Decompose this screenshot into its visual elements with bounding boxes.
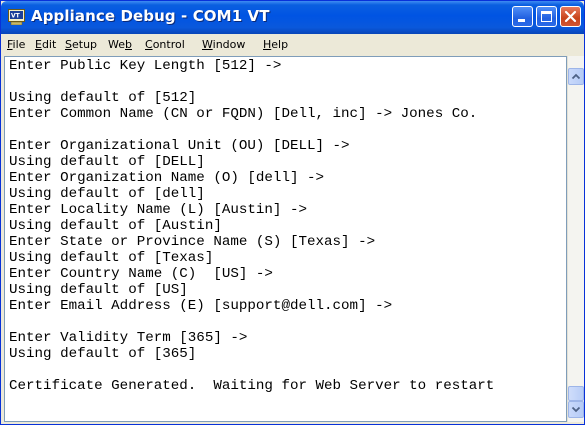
minimize-button[interactable]	[512, 6, 533, 27]
maximize-button[interactable]	[536, 6, 557, 27]
terminal-line: Enter Locality Name (L) [Austin] ->	[9, 202, 307, 218]
svg-text:VT: VT	[11, 13, 21, 20]
terminal-line: Enter Common Name (CN or FQDN) [Dell, in…	[9, 106, 478, 122]
terminal-line: Enter State or Province Name (S) [Texas]…	[9, 234, 376, 250]
terminal-line: Using default of [US]	[9, 282, 188, 298]
vertical-scrollbar[interactable]	[567, 56, 584, 422]
terminal-line: Certificate Generated. Waiting for Web S…	[9, 378, 495, 394]
terminal-window: VT Appliance Debug - COM1 VT File Edit S…	[0, 0, 585, 425]
scroll-up-arrow-icon	[571, 73, 581, 80]
scroll-down-arrow-icon	[571, 406, 581, 413]
scroll-down-button[interactable]	[568, 401, 584, 418]
menu-setup[interactable]: Setup	[65, 38, 97, 51]
minimize-icon	[518, 19, 525, 22]
menu-bar: File Edit Setup Web Control Window Help	[2, 34, 583, 55]
menu-file[interactable]: File	[7, 38, 25, 51]
window-title: Appliance Debug - COM1 VT	[31, 7, 270, 25]
menu-control[interactable]: Control	[145, 38, 185, 51]
menu-help[interactable]: Help	[263, 38, 288, 51]
close-button[interactable]	[560, 6, 581, 27]
terminal-line: Using default of [Austin]	[9, 218, 222, 234]
menu-edit[interactable]: Edit	[35, 38, 56, 51]
maximize-icon	[541, 11, 552, 22]
terminal-line: Enter Organizational Unit (OU) [DELL] ->	[9, 138, 350, 154]
terminal-line: Enter Organization Name (O) [dell] ->	[9, 170, 325, 186]
terminal-line: Using default of [dell]	[9, 186, 205, 202]
close-icon	[564, 10, 577, 23]
terminal-line: Using default of [DELL]	[9, 154, 205, 170]
terminal-line: Enter Public Key Length [512] ->	[9, 58, 282, 74]
terminal-line: Using default of [365]	[9, 346, 197, 362]
terminal-line: Using default of [512]	[9, 90, 197, 106]
terminal-output[interactable]: Enter Public Key Length [512] -> Using d…	[4, 56, 567, 422]
title-bar[interactable]: VT Appliance Debug - COM1 VT	[1, 1, 584, 34]
terminal-app-icon[interactable]: VT	[8, 9, 25, 26]
terminal-line: Enter Validity Term [365] ->	[9, 330, 248, 346]
terminal-line: Using default of [Texas]	[9, 250, 214, 266]
terminal-line: Enter Email Address (E) [support@dell.co…	[9, 298, 393, 314]
menu-window[interactable]: Window	[202, 38, 245, 51]
terminal-line: Enter Country Name (C) [US] ->	[9, 266, 273, 282]
scroll-thumb[interactable]	[568, 386, 584, 401]
menu-web[interactable]: Web	[108, 38, 132, 51]
scroll-up-button[interactable]	[568, 68, 584, 85]
